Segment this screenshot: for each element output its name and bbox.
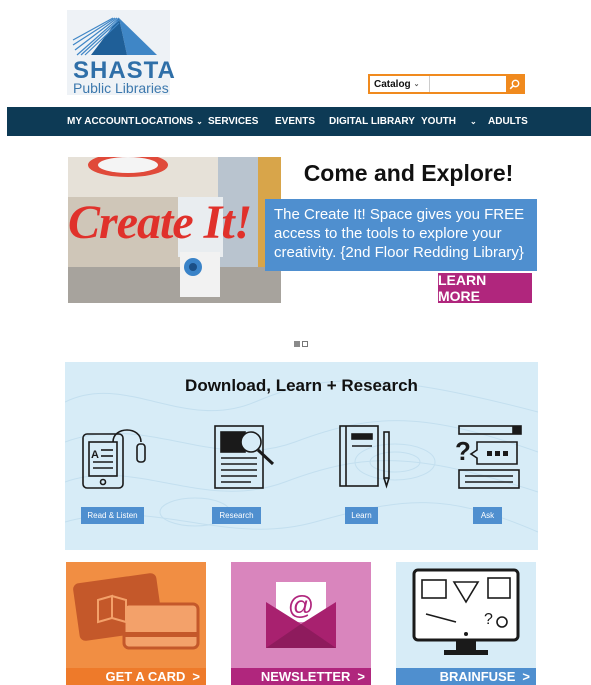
read-listen-button[interactable]: Read & Listen — [81, 507, 144, 524]
newsletter-label: NEWSLETTER > — [231, 668, 371, 685]
search-button[interactable] — [506, 76, 523, 92]
chevron-right-icon: > — [192, 669, 200, 684]
chevron-down-icon: ⌄ — [196, 117, 203, 126]
ereader-headphones-icon: A — [82, 429, 146, 489]
slider-pagination — [294, 341, 308, 349]
download-learn-research-panel: Download, Learn + Research A Read & List… — [65, 362, 538, 550]
hero-title: Come and Explore! — [303, 160, 514, 186]
search-scope-label: Catalog — [374, 78, 411, 90]
learn-button[interactable]: Learn — [345, 507, 378, 524]
notebook-pen-icon — [339, 425, 390, 489]
slider-dot-2[interactable] — [302, 341, 308, 347]
search-scope-select[interactable]: Catalog ⌄ — [370, 76, 430, 92]
hero-image[interactable]: Create It! — [68, 157, 281, 303]
monitor-tutoring-icon: ? — [412, 568, 520, 655]
card-label-text: GET A CARD — [105, 669, 186, 684]
nav-label: YOUTH — [421, 116, 456, 127]
get-a-card-label: GET A CARD > — [66, 668, 206, 685]
main-navigation: MY ACCOUNT LOCATIONS ⌄ SERVICES EVENTS DI… — [7, 107, 591, 136]
nav-label: DIGITAL LIBRARY — [329, 116, 415, 127]
nav-label: ADULTS — [488, 116, 528, 127]
learn-more-button[interactable]: LEARN MORE — [438, 272, 532, 304]
nav-digital-library[interactable]: DIGITAL LIBRARY — [329, 107, 415, 136]
envelope-at-icon: @ — [266, 582, 336, 648]
panel-title: Download, Learn + Research — [185, 376, 418, 395]
slider-dot-1[interactable] — [294, 341, 300, 347]
brainfuse-label: BRAINFUSE > — [396, 668, 536, 685]
svg-text:A: A — [91, 449, 99, 461]
hero-sign: Create It! — [68, 197, 268, 249]
card-label-text: NEWSLETTER — [260, 669, 351, 684]
nav-label: EVENTS — [275, 116, 316, 127]
ask-button[interactable]: Ask — [473, 507, 502, 524]
search-input[interactable] — [430, 76, 506, 92]
nav-events[interactable]: EVENTS — [275, 107, 315, 136]
mountain-logo-icon — [72, 17, 157, 56]
question-chat-icon: ? — [455, 425, 522, 489]
nav-label: LOCATIONS — [135, 116, 194, 127]
hero-blurb: The Create It! Space gives you FREE acce… — [265, 199, 537, 271]
svg-text:@: @ — [288, 590, 314, 620]
nav-youth[interactable]: YOUTH ⌄ — [421, 107, 477, 136]
document-magnifier-icon — [214, 425, 275, 489]
logo-subtitle: Public Libraries — [73, 80, 169, 96]
research-button[interactable]: Research — [212, 507, 261, 524]
nav-services[interactable]: SERVICES — [208, 107, 258, 136]
nav-label: SERVICES — [208, 116, 259, 127]
nav-my-account[interactable]: MY ACCOUNT — [67, 107, 134, 136]
brainfuse-tile[interactable]: ? BRAINFUSE > — [396, 562, 536, 685]
nav-label: MY ACCOUNT — [67, 116, 135, 127]
nav-adults[interactable]: ADULTS — [488, 107, 528, 136]
site-logo[interactable]: SHASTA Public Libraries — [67, 10, 175, 96]
chevron-right-icon: > — [522, 669, 530, 684]
newsletter-tile[interactable]: @ NEWSLETTER > — [231, 562, 371, 685]
svg-text:?: ? — [484, 611, 493, 628]
nav-locations[interactable]: LOCATIONS ⌄ — [135, 107, 203, 136]
card-label-text: BRAINFUSE — [439, 669, 516, 684]
get-a-card-tile[interactable]: GET A CARD > — [66, 562, 206, 685]
chevron-right-icon: > — [357, 669, 365, 684]
library-card-icon — [73, 573, 200, 650]
svg-text:?: ? — [455, 436, 471, 466]
catalog-search: Catalog ⌄ — [368, 74, 525, 94]
chevron-down-icon: ⌄ — [470, 117, 477, 126]
search-icon — [509, 79, 520, 89]
chevron-down-icon: ⌄ — [413, 81, 420, 88]
hero-sign-text: Create It! — [68, 196, 252, 249]
